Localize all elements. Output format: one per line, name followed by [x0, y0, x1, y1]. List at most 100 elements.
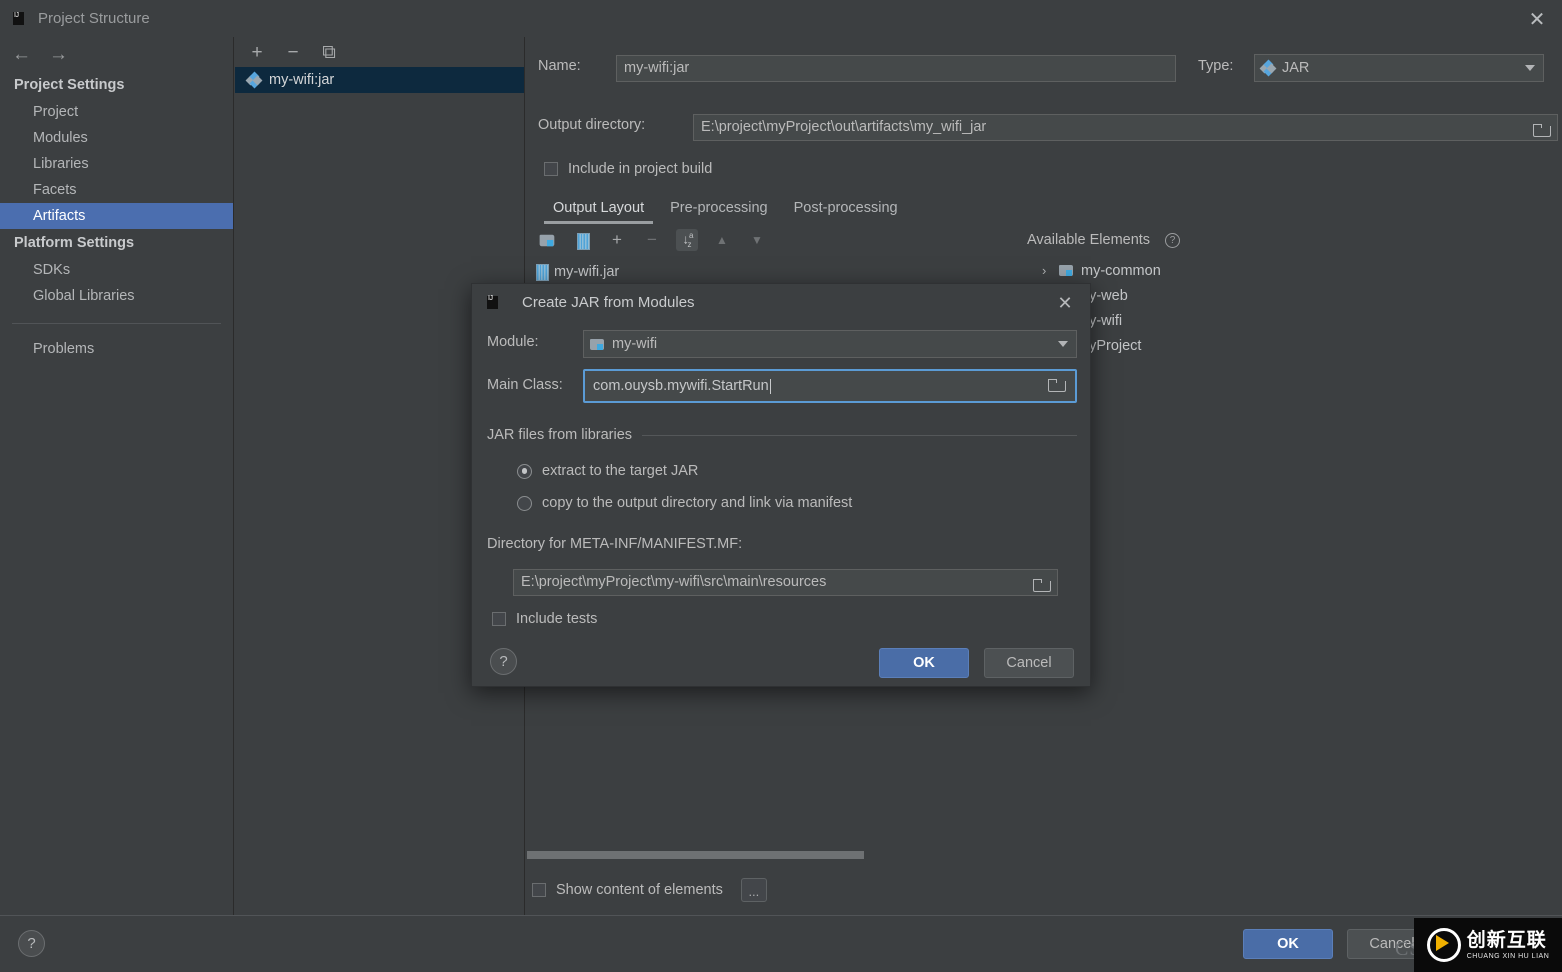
- sidebar-item-project[interactable]: Project: [0, 99, 233, 125]
- include-in-project-build-checkbox[interactable]: [544, 162, 558, 176]
- intellij-idea-icon: [484, 293, 502, 311]
- include-tests-checkbox[interactable]: [492, 612, 506, 626]
- move-up-icon[interactable]: ▲: [711, 229, 733, 251]
- add-archive-icon[interactable]: [571, 229, 593, 251]
- create-jar-from-modules-dialog: Create JAR from Modules ✕ Module: my-wif…: [471, 283, 1091, 687]
- add-directory-icon[interactable]: [536, 229, 558, 251]
- group-divider: [642, 435, 1077, 436]
- intellij-idea-icon: [10, 10, 28, 28]
- sidebar-divider: [12, 323, 221, 324]
- module-label: Module:: [487, 334, 539, 350]
- sidebar-item-libraries[interactable]: Libraries: [0, 151, 233, 177]
- dialog-help-button[interactable]: ?: [490, 648, 517, 675]
- dialog-cancel-button[interactable]: Cancel: [984, 648, 1074, 678]
- browse-class-icon[interactable]: [1048, 379, 1066, 393]
- forward-arrow-icon[interactable]: →: [49, 45, 68, 64]
- module-icon: [590, 338, 605, 351]
- available-elements-title: Available Elements: [1027, 232, 1150, 248]
- output-directory-input[interactable]: E:\project\myProject\out\artifacts\my_wi…: [693, 114, 1558, 141]
- name-label: Name:: [538, 58, 581, 74]
- watermark-text: 创新互联 CHUANG XIN HU LIAN: [1467, 931, 1550, 960]
- chevron-down-icon: [1058, 341, 1068, 347]
- include-tests-label: Include tests: [516, 611, 597, 627]
- main-class-input[interactable]: com.ouysb.mywifi.StartRun: [583, 369, 1077, 403]
- back-arrow-icon[interactable]: ←: [12, 45, 31, 64]
- artifact-list-item[interactable]: my-wifi:jar: [235, 67, 524, 93]
- main-class-label: Main Class:: [487, 377, 563, 393]
- module-icon: [1059, 264, 1074, 277]
- tree-row[interactable]: my-wifi.jar: [536, 259, 1016, 284]
- output-layout-toolbar: + − ↓az ▲ ▼ Available Elements ?: [536, 229, 1180, 251]
- sidebar-item-artifacts[interactable]: Artifacts: [0, 203, 233, 229]
- close-icon[interactable]: ✕: [1524, 6, 1550, 32]
- module-combo[interactable]: my-wifi: [583, 330, 1077, 358]
- jar-files-from-libraries-group: JAR files from libraries: [487, 427, 1077, 443]
- sidebar-group-platform-settings: Platform Settings: [0, 229, 233, 257]
- artifact-name-input[interactable]: my-wifi:jar: [616, 55, 1176, 82]
- dialog-titlebar: Create JAR from Modules ✕: [472, 284, 1090, 320]
- chevron-right-icon[interactable]: ›: [1042, 263, 1052, 278]
- help-button[interactable]: ?: [18, 930, 45, 957]
- dialog-title: Create JAR from Modules: [522, 294, 695, 311]
- remove-artifact-button[interactable]: −: [283, 42, 303, 62]
- copy-artifact-button[interactable]: ⧉: [319, 42, 339, 62]
- jar-icon: [536, 264, 547, 279]
- tab-output-layout[interactable]: Output Layout: [540, 195, 657, 224]
- artifact-tabs: Output Layout Pre-processing Post-proces…: [540, 195, 911, 224]
- output-layout-tree: my-wifi.jar: [536, 259, 1016, 284]
- radio-copy-to-output-dir-row[interactable]: copy to the output directory and link vi…: [517, 495, 852, 511]
- show-content-of-elements-row[interactable]: Show content of elements ...: [532, 878, 767, 902]
- browse-folder-icon[interactable]: [1533, 121, 1551, 135]
- chevron-down-icon: [1525, 65, 1535, 71]
- sort-icon[interactable]: ↓az: [676, 229, 698, 251]
- radio-copy-label: copy to the output directory and link vi…: [542, 495, 852, 511]
- sidebar-item-problems[interactable]: Problems: [0, 336, 233, 362]
- add-artifact-button[interactable]: +: [247, 42, 267, 62]
- include-in-project-build-label: Include in project build: [568, 161, 712, 177]
- artifact-list-item-label: my-wifi:jar: [269, 72, 334, 88]
- dialog-ok-button[interactable]: OK: [879, 648, 969, 678]
- output-directory-value: E:\project\myProject\out\artifacts\my_wi…: [701, 119, 986, 135]
- watermark-en: CHUANG XIN HU LIAN: [1467, 953, 1550, 960]
- artifacts-toolbar: + − ⧉: [235, 37, 524, 67]
- main-class-value: com.ouysb.mywifi.StartRun: [593, 378, 769, 394]
- sidebar-item-facets[interactable]: Facets: [0, 177, 233, 203]
- artifact-icon: [1261, 61, 1275, 75]
- browse-manifest-folder-icon[interactable]: [1033, 576, 1051, 590]
- ellipsis-button[interactable]: ...: [741, 878, 767, 902]
- close-icon[interactable]: ✕: [1054, 292, 1076, 314]
- type-label: Type:: [1198, 58, 1233, 74]
- text-cursor: [770, 379, 771, 394]
- artifact-type-value: JAR: [1282, 60, 1309, 76]
- manifest-directory-label: Directory for META-INF/MANIFEST.MF:: [487, 536, 742, 552]
- jar-files-group-label: JAR files from libraries: [487, 427, 632, 443]
- tab-post-processing[interactable]: Post-processing: [781, 195, 911, 224]
- brand-logo-icon: [1427, 928, 1461, 962]
- include-tests-row[interactable]: Include tests: [492, 611, 597, 627]
- sidebar-group-project-settings: Project Settings: [0, 71, 233, 99]
- tree-row[interactable]: › my-common: [1042, 258, 1342, 283]
- artifact-type-combo[interactable]: JAR: [1254, 54, 1544, 82]
- add-element-button[interactable]: +: [606, 229, 628, 251]
- radio-extract-to-target-jar-row[interactable]: extract to the target JAR: [517, 463, 698, 479]
- watermark-cn: 创新互联: [1467, 931, 1550, 950]
- manifest-directory-input[interactable]: E:\project\myProject\my-wifi\src\main\re…: [513, 569, 1058, 596]
- show-content-of-elements-checkbox[interactable]: [532, 883, 546, 897]
- sidebar-item-sdks[interactable]: SDKs: [0, 257, 233, 283]
- horizontal-scrollbar-track[interactable]: [527, 850, 1562, 860]
- sidebar-item-modules[interactable]: Modules: [0, 125, 233, 151]
- include-in-project-build-row[interactable]: Include in project build: [544, 161, 712, 177]
- remove-element-button[interactable]: −: [641, 229, 663, 251]
- artifact-icon: [247, 73, 261, 87]
- watermark-logo: 创新互联 CHUANG XIN HU LIAN: [1414, 918, 1562, 972]
- help-icon[interactable]: ?: [1165, 233, 1180, 248]
- radio-copy-to-output-dir[interactable]: [517, 496, 532, 511]
- tree-row-label: my-wifi.jar: [554, 264, 619, 280]
- radio-extract-to-target-jar[interactable]: [517, 464, 532, 479]
- horizontal-scrollbar-thumb[interactable]: [527, 851, 864, 859]
- ok-button[interactable]: OK: [1243, 929, 1333, 959]
- move-down-icon[interactable]: ▼: [746, 229, 768, 251]
- module-value: my-wifi: [612, 336, 657, 352]
- tab-pre-processing[interactable]: Pre-processing: [657, 195, 781, 224]
- sidebar-item-global-libraries[interactable]: Global Libraries: [0, 283, 233, 309]
